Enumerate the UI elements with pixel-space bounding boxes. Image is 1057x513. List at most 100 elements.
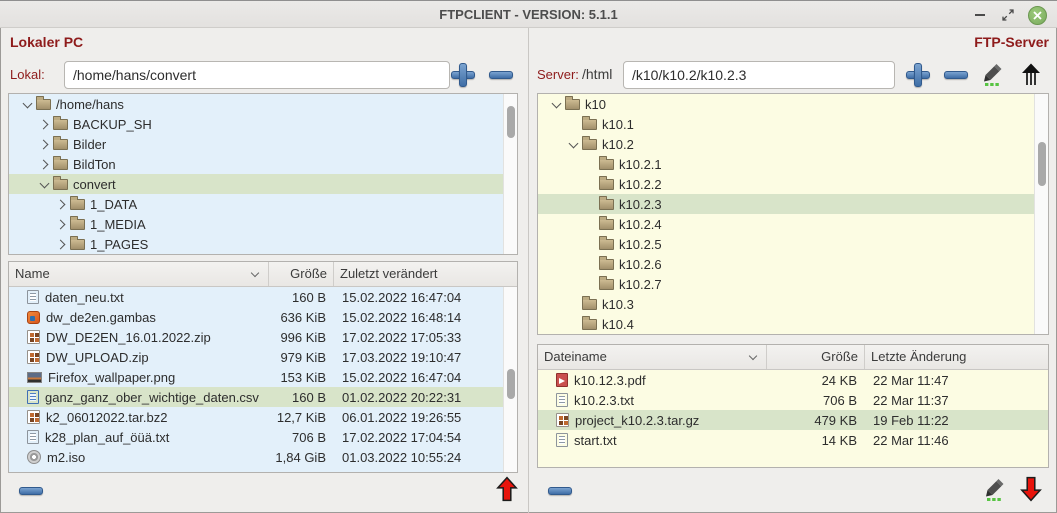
table-row[interactable]: ganz_ganz_ober_wichtige_daten.csv 160 B … <box>9 387 517 407</box>
file-name: Firefox_wallpaper.png <box>48 370 175 385</box>
expander-icon[interactable] <box>38 138 51 151</box>
scrollbar-thumb[interactable] <box>507 369 515 399</box>
table-row[interactable]: DW_DE2EN_16.01.2022.zip 996 KiB 17.02.20… <box>9 327 517 347</box>
tree-item[interactable]: k10.2.7 <box>538 274 1034 294</box>
local-remove-button[interactable] <box>488 62 514 88</box>
table-row[interactable]: project_k10.2.3.tar.gz 479 KB 19 Feb 11:… <box>538 410 1048 430</box>
tree-item[interactable]: Bilder <box>9 134 503 154</box>
server-table-body: k10.12.3.pdf 24 KB 22 Mar 11:47 k10.2.3.… <box>538 370 1048 450</box>
table-row[interactable]: start.txt 14 KB 22 Mar 11:46 <box>538 430 1048 450</box>
server-remove-button[interactable] <box>943 62 969 88</box>
table-row[interactable]: k10.12.3.pdf 24 KB 22 Mar 11:47 <box>538 370 1048 390</box>
table-row[interactable]: dw_de2en.gambas 636 KiB 15.02.2022 16:48… <box>9 307 517 327</box>
file-name: DW_DE2EN_16.01.2022.zip <box>46 330 211 345</box>
tree-item[interactable]: k10.2.4 <box>538 214 1034 234</box>
expander-icon[interactable] <box>567 138 580 151</box>
red-down-arrow-icon <box>1020 476 1042 502</box>
server-file-table: Dateiname Größe Letzte Änderung k10.12.3… <box>537 344 1049 468</box>
folder-icon <box>582 299 597 310</box>
minimize-button[interactable] <box>969 1 991 29</box>
download-button[interactable] <box>1020 476 1042 502</box>
file-type-icon <box>27 390 39 404</box>
local-path-input[interactable] <box>64 61 450 89</box>
tree-item[interactable]: k10.2.3 <box>538 194 1048 214</box>
tree-item[interactable]: k10.1 <box>538 114 1034 134</box>
local-tree-scrollbar[interactable] <box>503 94 517 254</box>
tree-item[interactable]: k10.2.6 <box>538 254 1034 274</box>
local-table-scrollbar[interactable] <box>503 287 517 472</box>
server-column-size[interactable]: Größe <box>767 345 865 369</box>
tree-item[interactable]: k10.2.1 <box>538 154 1034 174</box>
expander-icon[interactable] <box>55 218 68 231</box>
local-add-button[interactable] <box>450 62 476 88</box>
restore-button[interactable] <box>997 1 1019 29</box>
expander-icon[interactable] <box>38 178 51 191</box>
tree-item[interactable]: 1_MEDIA <box>9 214 503 234</box>
expander-icon[interactable] <box>38 118 51 131</box>
tree-item[interactable]: BildTon <box>9 154 503 174</box>
local-delete-button[interactable] <box>18 478 44 504</box>
table-row[interactable]: k10.2.3.txt 706 B 22 Mar 11:37 <box>538 390 1048 410</box>
file-modified: 22 Mar 11:46 <box>865 433 1048 448</box>
file-size: 153 KiB <box>269 370 334 385</box>
local-tree-body: /home/hans BACKUP_SH Bilder BildTon conv… <box>9 94 503 254</box>
file-type-icon <box>556 393 568 407</box>
scrollbar-thumb[interactable] <box>1038 142 1046 186</box>
tree-item-label: /home/hans <box>56 97 124 112</box>
table-row[interactable]: k28_plan_auf_öüä.txt 706 B 17.02.2022 17… <box>9 427 517 447</box>
file-type-icon <box>27 350 40 364</box>
tree-item[interactable]: convert <box>9 174 517 194</box>
tree-item[interactable]: /home/hans <box>9 94 503 114</box>
server-column-name[interactable]: Dateiname <box>538 345 767 369</box>
tree-item[interactable]: k10.3 <box>538 294 1034 314</box>
file-size: 996 KiB <box>269 330 334 345</box>
table-row[interactable]: DW_UPLOAD.zip 979 KiB 17.03.2022 19:10:4… <box>9 347 517 367</box>
file-name: dw_de2en.gambas <box>46 310 156 325</box>
file-modified: 17.02.2022 17:04:54 <box>334 430 517 445</box>
table-row[interactable]: Firefox_wallpaper.png 153 KiB 15.02.2022… <box>9 367 517 387</box>
tree-item[interactable]: BACKUP_SH <box>9 114 503 134</box>
server-rename-button[interactable] <box>981 62 1003 87</box>
expander-icon[interactable] <box>38 158 51 171</box>
table-row[interactable]: k2_06012022.tar.bz2 12,7 KiB 06.01.2022 … <box>9 407 517 427</box>
file-name: ganz_ganz_ober_wichtige_daten.csv <box>45 390 259 405</box>
file-type-icon <box>27 330 40 344</box>
tree-item[interactable]: k10.2.5 <box>538 234 1034 254</box>
tree-item-label: BildTon <box>73 157 116 172</box>
folder-icon <box>599 219 614 230</box>
folder-icon <box>53 179 68 190</box>
expander-icon[interactable] <box>550 98 563 111</box>
file-size: 24 KB <box>767 373 865 388</box>
server-edit-button[interactable] <box>983 477 1005 502</box>
tree-item[interactable]: 1_PAGES <box>9 234 503 254</box>
tree-item[interactable]: 1_DATA <box>9 194 503 214</box>
tree-item[interactable]: k10.2.2 <box>538 174 1034 194</box>
title-bar[interactable]: FTPCLIENT - VERSION: 5.1.1 <box>0 0 1057 28</box>
expander-icon[interactable] <box>55 238 68 251</box>
table-row[interactable]: m2.iso 1,84 GiB 01.03.2022 10:55:24 <box>9 447 517 467</box>
file-modified: 22 Mar 11:47 <box>865 373 1048 388</box>
tree-item[interactable]: k10.4 <box>538 314 1034 334</box>
minimize-icon <box>975 14 985 16</box>
local-column-size[interactable]: Größe <box>269 262 334 286</box>
tree-item[interactable]: k10.2 <box>538 134 1034 154</box>
table-row[interactable]: daten_neu.txt 160 B 15.02.2022 16:47:04 <box>9 287 517 307</box>
server-parent-dir-button[interactable] <box>1020 62 1042 87</box>
local-column-name[interactable]: Name <box>9 262 269 286</box>
upload-button[interactable] <box>496 476 518 502</box>
close-button[interactable] <box>1025 1 1049 29</box>
local-table-header: Name Größe Zuletzt verändert <box>9 262 517 287</box>
server-column-modified[interactable]: Letzte Änderung <box>865 345 1048 369</box>
local-column-modified[interactable]: Zuletzt verändert <box>334 262 517 286</box>
server-delete-button[interactable] <box>547 478 573 504</box>
scrollbar-thumb[interactable] <box>507 106 515 138</box>
panel-divider <box>528 28 529 513</box>
server-add-button[interactable] <box>905 62 931 88</box>
folder-icon <box>70 199 85 210</box>
expander-icon[interactable] <box>21 98 34 111</box>
folder-icon <box>70 219 85 230</box>
server-tree-scrollbar[interactable] <box>1034 94 1048 334</box>
expander-icon[interactable] <box>55 198 68 211</box>
tree-item[interactable]: k10 <box>538 94 1034 114</box>
server-path-input[interactable] <box>623 61 895 89</box>
